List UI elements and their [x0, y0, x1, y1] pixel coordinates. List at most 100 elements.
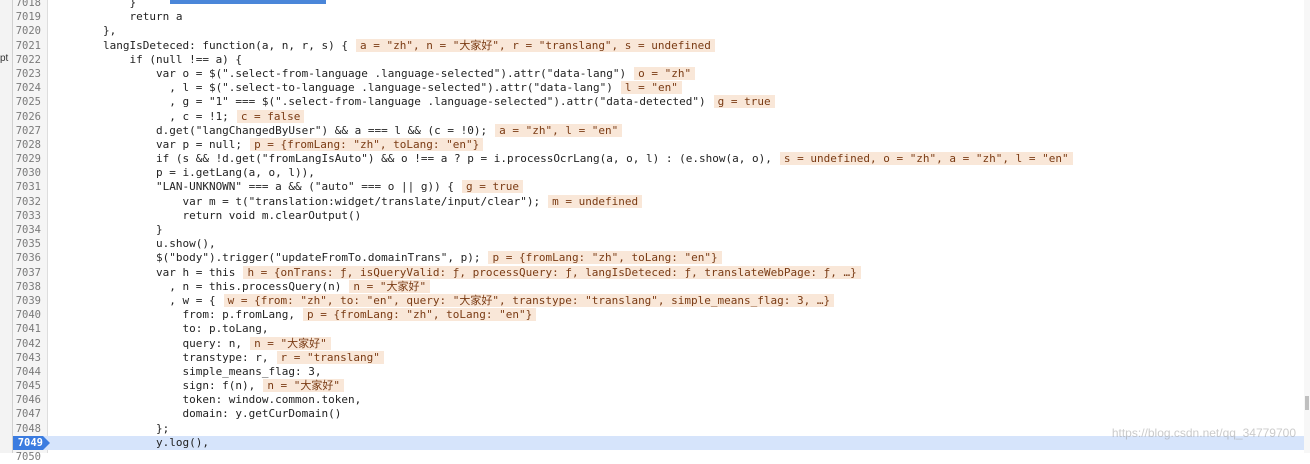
line-number[interactable]: 7031: [13, 180, 41, 194]
code-text[interactable]: d.get("langChangedByUser") && a === l &&…: [50, 123, 623, 138]
code-line[interactable]: 7035 u.show(),: [13, 237, 1310, 251]
code-line[interactable]: 7037 var h = this h = {onTrans: ƒ, isQuer…: [13, 265, 1310, 280]
line-number[interactable]: 7046: [13, 393, 41, 407]
code-text[interactable]: if (s && !d.get("fromLangIsAuto") && o !…: [50, 152, 1073, 166]
code-line[interactable]: 7023 var o = $(".select-from-language .l…: [13, 66, 1310, 81]
code-text[interactable]: sign: f(n), n = "大家好": [50, 379, 345, 393]
code-text[interactable]: }: [50, 223, 163, 237]
line-number[interactable]: 7037: [13, 266, 41, 280]
line-number[interactable]: 7026: [13, 110, 41, 124]
line-number[interactable]: 7032: [13, 195, 41, 209]
code-line[interactable]: 7047 domain: y.getCurDomain(): [13, 407, 1310, 421]
line-number[interactable]: 7040: [13, 308, 41, 322]
code-text[interactable]: return a: [50, 10, 182, 24]
line-number[interactable]: 7020: [13, 24, 41, 38]
code-text[interactable]: var p = null; p = {fromLang: "zh", toLang…: [50, 137, 484, 152]
line-number[interactable]: 7034: [13, 223, 41, 237]
line-number[interactable]: 7025: [13, 95, 41, 109]
code-text[interactable]: langIsDeteced: function(a, n, r, s) {a =…: [50, 38, 715, 53]
line-number[interactable]: 7036: [13, 251, 41, 265]
code-editor[interactable]: 7018 } 7019 return a 7020 }, 7021 langIsDet…: [13, 0, 1310, 464]
code-line[interactable]: 7045 sign: f(n), n = "大家好": [13, 379, 1310, 393]
line-number[interactable]: 7021: [13, 39, 41, 53]
line-number[interactable]: 7043: [13, 351, 41, 365]
code-line[interactable]: 7034 }: [13, 223, 1310, 237]
code-text[interactable]: u.show(),: [50, 237, 216, 251]
code-line[interactable]: 7029 if (s && !d.get("fromLangIsAuto") &…: [13, 152, 1310, 166]
line-number[interactable]: 7042: [13, 337, 41, 351]
line-number[interactable]: 7030: [13, 166, 41, 180]
code-text[interactable]: return void m.clearOutput(): [50, 209, 361, 223]
code-line[interactable]: 7038 , n = this.processQuery(n) n = "大家好": [13, 279, 1310, 294]
vertical-scrollbar[interactable]: [1304, 0, 1310, 453]
code-text[interactable]: , n = this.processQuery(n) n = "大家好": [50, 279, 431, 294]
line-number[interactable]: 7041: [13, 322, 41, 336]
code-text[interactable]: p = i.getLang(a, o, l)),: [50, 166, 315, 180]
code-text[interactable]: , w = {w = {from: "zh", to: "en", query:…: [50, 293, 835, 308]
line-number[interactable]: 7019: [13, 10, 41, 24]
code-line[interactable]: 7041 to: p.toLang,: [13, 322, 1310, 336]
code-text[interactable]: simple_means_flag: 3,: [50, 365, 321, 379]
code-text[interactable]: $("body").trigger("updateFromTo.domainTr…: [50, 251, 722, 265]
code-text[interactable]: }: [50, 0, 136, 10]
code-text[interactable]: [50, 450, 156, 464]
code-text[interactable]: transtype: r, r = "translang": [50, 350, 384, 365]
code-line[interactable]: 7032 var m = t("translation:widget/trans…: [13, 194, 1310, 209]
code-text[interactable]: , g = "1" === $(".select-from-language .…: [50, 95, 775, 109]
code-line[interactable]: 7030 p = i.getLang(a, o, l)),: [13, 166, 1310, 180]
line-number[interactable]: 7048: [13, 422, 41, 436]
code-text[interactable]: query: n, n = "大家好": [50, 336, 331, 351]
code-line[interactable]: 7025 , g = "1" === $(".select-from-langu…: [13, 95, 1310, 109]
code-line[interactable]: 7042 query: n, n = "大家好": [13, 336, 1310, 351]
code-line[interactable]: 7021 langIsDeteced: function(a, n, r, s)…: [13, 38, 1310, 53]
code-text[interactable]: token: window.common.token,: [50, 393, 361, 407]
code-line[interactable]: 7031 "LAN-UNKNOWN" === a && ("auto" === …: [13, 180, 1310, 194]
code-line[interactable]: 7020 },: [13, 24, 1310, 38]
line-number[interactable]: 7038: [13, 280, 41, 294]
line-number[interactable]: 7027: [13, 124, 41, 138]
line-number[interactable]: 7050: [13, 450, 41, 464]
line-number[interactable]: 7022: [13, 53, 41, 67]
line-number[interactable]: 7024: [13, 81, 41, 95]
code-text[interactable]: },: [50, 24, 116, 38]
code-line[interactable]: 7044 simple_means_flag: 3,: [13, 365, 1310, 379]
code-text[interactable]: var h = this h = {onTrans: ƒ, isQueryVali…: [50, 265, 861, 280]
code-line[interactable]: 7019 return a: [13, 10, 1310, 24]
line-number[interactable]: 7045: [13, 379, 41, 393]
line-number[interactable]: 7029: [13, 152, 41, 166]
code-line[interactable]: 7050: [13, 450, 1310, 464]
code-text[interactable]: domain: y.getCurDomain(): [50, 407, 341, 421]
code-line[interactable]: 7026 , c = !1; c = false: [13, 109, 1310, 124]
code-line[interactable]: 7040 from: p.fromLang, p = {fromLang: "zh…: [13, 308, 1310, 322]
code-text[interactable]: var m = t("translation:widget/translate/…: [50, 194, 643, 209]
code-text[interactable]: , l = $(".select-to-language .language-s…: [50, 81, 682, 95]
code-line[interactable]: 7028 var p = null; p = {fromLang: "zh", t…: [13, 137, 1310, 152]
code-text[interactable]: "LAN-UNKNOWN" === a && ("auto" === o || …: [50, 180, 523, 194]
line-number[interactable]: 7047: [13, 407, 41, 421]
code-line[interactable]: 7036 $("body").trigger("updateFromTo.dom…: [13, 251, 1310, 265]
code-line[interactable]: 7039 , w = {w = {from: "zh", to: "en", q…: [13, 293, 1310, 308]
code-text[interactable]: from: p.fromLang, p = {fromLang: "zh", to…: [50, 308, 537, 322]
line-number[interactable]: 7018: [13, 0, 41, 10]
code-line[interactable]: 7022 if (null !== a) {: [13, 53, 1310, 67]
line-number[interactable]: 7028: [13, 138, 41, 152]
code-text[interactable]: if (null !== a) {: [50, 53, 242, 67]
code-text[interactable]: var o = $(".select-from-language .langua…: [50, 66, 696, 81]
code-line[interactable]: 7033 return void m.clearOutput(): [13, 209, 1310, 223]
line-number[interactable]: 7023: [13, 67, 41, 81]
code-line[interactable]: 7046 token: window.common.token,: [13, 393, 1310, 407]
breakpoint-line-number[interactable]: 7049: [13, 435, 50, 451]
code-line[interactable]: 7027 d.get("langChangedByUser") && a ===…: [13, 123, 1310, 138]
code-text[interactable]: };: [50, 422, 169, 436]
code-text[interactable]: y.log(),: [50, 436, 209, 450]
scrollbar-thumb[interactable]: [1305, 396, 1309, 410]
code-line[interactable]: 7043 transtype: r, r = "translang": [13, 350, 1310, 365]
line-number[interactable]: 7035: [13, 237, 41, 251]
code-line[interactable]: 7024 , l = $(".select-to-language .langu…: [13, 81, 1310, 95]
code-line[interactable]: 7018 }: [13, 0, 1310, 10]
line-number[interactable]: 7033: [13, 209, 41, 223]
line-number[interactable]: 7044: [13, 365, 41, 379]
line-number[interactable]: 7039: [13, 294, 41, 308]
code-text[interactable]: to: p.toLang,: [50, 322, 268, 336]
code-text[interactable]: , c = !1; c = false: [50, 109, 305, 124]
